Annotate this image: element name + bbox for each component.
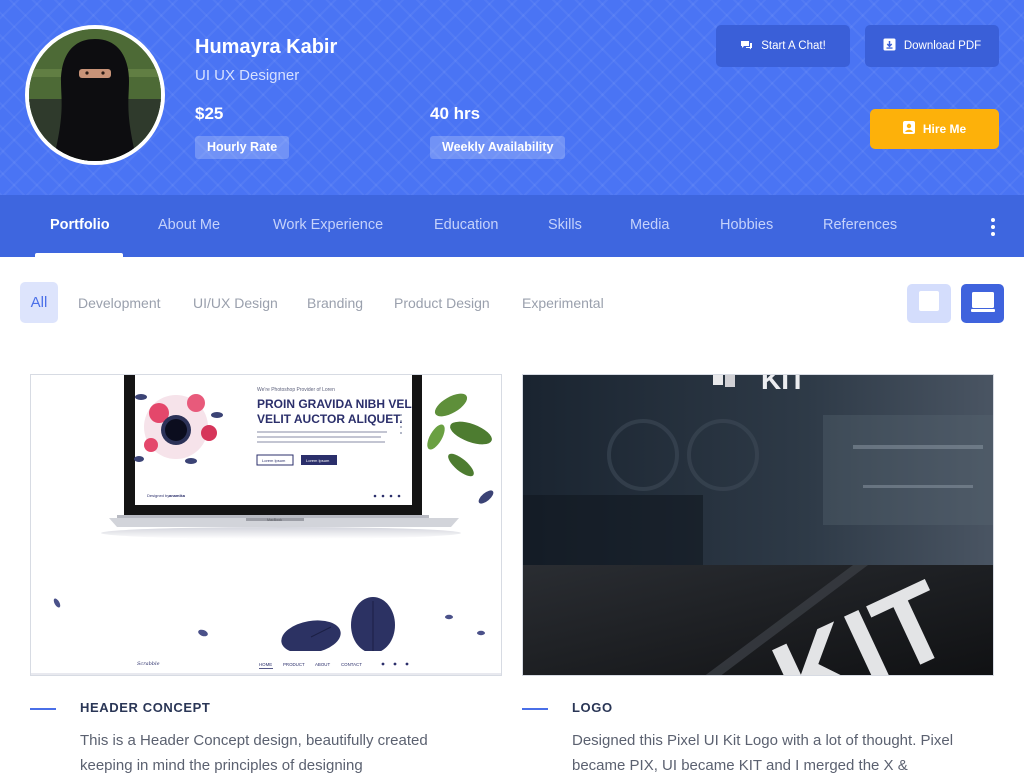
profile-role: UI UX Designer	[195, 67, 300, 84]
chat-icon	[740, 39, 753, 53]
nav-media[interactable]: Media	[630, 217, 670, 233]
avatar	[25, 25, 165, 165]
profile-name: Humayra Kabir	[195, 36, 338, 58]
hourly-rate-value: $25	[195, 104, 224, 123]
weekly-availability-value: 40 hrs	[430, 104, 481, 123]
mockup-designer: anamika	[169, 493, 186, 498]
nav-education[interactable]: Education	[434, 217, 499, 233]
mockup-button-1: Lorem Ipsum	[262, 458, 286, 463]
nav-hobbies[interactable]: Hobbies	[720, 217, 773, 233]
section-nav: Portfolio About Me Work Experience Educa…	[0, 195, 1024, 257]
mockup-kicker: We're Photoshop Provider of Loren	[257, 387, 335, 393]
list-view-button[interactable]	[961, 284, 1004, 323]
grid-view-button[interactable]	[907, 284, 951, 323]
mockup-menu-contact: CONTACT	[341, 662, 362, 667]
nav-skills[interactable]: Skills	[548, 217, 582, 233]
start-chat-button[interactable]: Start A Chat!	[716, 25, 850, 67]
filter-branding[interactable]: Branding	[307, 295, 363, 311]
project-thumbnail-logo[interactable]: KIT KIT	[522, 374, 994, 676]
list-view-icon	[970, 291, 995, 317]
title-accent-line	[30, 708, 56, 710]
title-accent-line	[522, 708, 548, 710]
kebab-menu-icon[interactable]	[989, 218, 997, 236]
download-pdf-label: Download PDF	[903, 40, 982, 52]
mockup-menu-home: HOME	[259, 662, 272, 667]
filter-product-design[interactable]: Product Design	[394, 295, 490, 311]
mockup-headline-1: PROIN GRAVIDA NIBH VEL	[257, 397, 412, 411]
mockup-menu-about: ABOUT	[315, 662, 330, 667]
start-chat-label: Start A Chat!	[761, 40, 826, 52]
download-icon	[883, 38, 896, 54]
project-description: This is a Header Concept design, beautif…	[80, 732, 428, 774]
nav-portfolio[interactable]: Portfolio	[50, 217, 110, 233]
mockup-menu-product: PRODUCT	[283, 662, 305, 667]
grid-view-icon	[919, 291, 939, 316]
user-icon	[902, 121, 915, 137]
hire-me-label: Hire Me	[922, 122, 967, 136]
nav-references[interactable]: References	[823, 217, 897, 233]
mockup-headline-2: VELIT AUCTOR ALIQUET.	[257, 412, 403, 426]
logo-wall-text: KIT	[761, 375, 806, 395]
project-title[interactable]: HEADER CONCEPT	[80, 700, 210, 715]
weekly-availability-label: Weekly Availability	[430, 136, 566, 159]
mockup-designed-by: Designed by	[147, 493, 169, 498]
filter-development[interactable]: Development	[78, 295, 161, 311]
profile-header: Humayra Kabir UI UX Designer $25 Hourly …	[0, 0, 1024, 195]
project-description: Designed this Pixel UI Kit Logo with a l…	[572, 732, 954, 774]
hire-me-button[interactable]: Hire Me	[870, 109, 999, 149]
mockup-brand: Scrabble	[137, 661, 160, 667]
download-pdf-button[interactable]: Download PDF	[865, 25, 999, 67]
nav-about-me[interactable]: About Me	[158, 217, 220, 233]
hourly-rate-label: Hourly Rate	[195, 136, 290, 159]
mockup-laptop-brand: MacBook	[267, 518, 282, 522]
filter-all[interactable]: All	[20, 282, 58, 323]
filter-ui-ux-design[interactable]: UI/UX Design	[193, 295, 278, 311]
mockup-button-2: Lorem Ipsum	[306, 458, 330, 463]
active-tab-indicator	[35, 253, 123, 257]
project-thumbnail-header-concept[interactable]: We're Photoshop Provider of Loren PROIN …	[30, 374, 502, 676]
filter-experimental[interactable]: Experimental	[522, 295, 604, 311]
project-title[interactable]: LOGO	[572, 700, 613, 715]
nav-work-experience[interactable]: Work Experience	[273, 217, 383, 233]
